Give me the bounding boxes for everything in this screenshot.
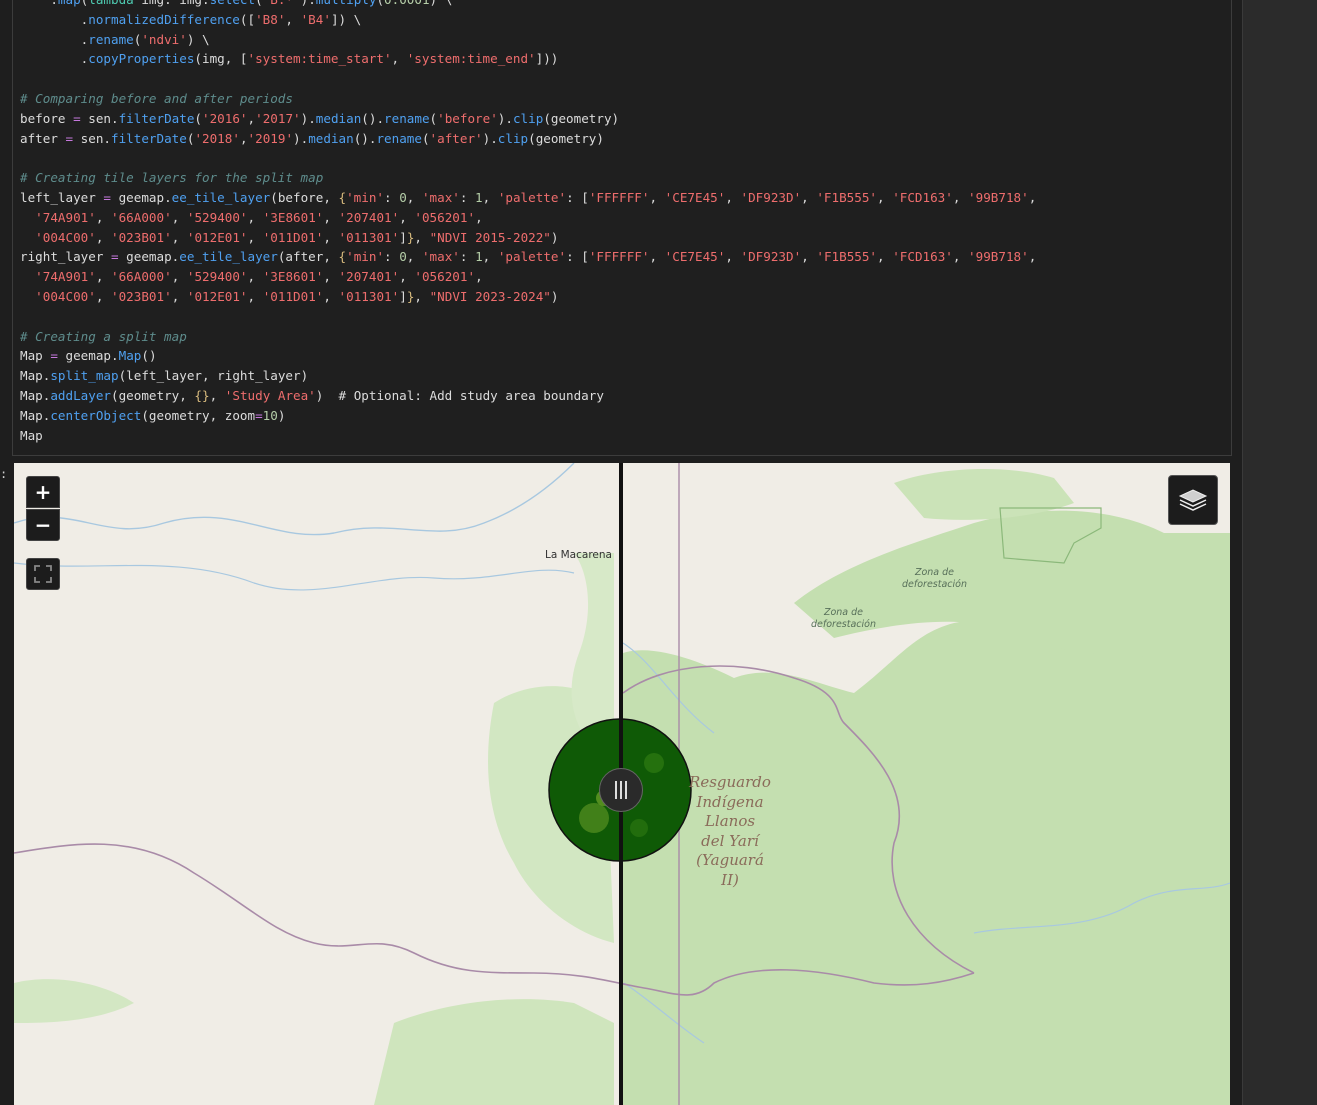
notebook-panel: .map(lambda img: img.select('B.*').multi… <box>0 0 1242 1105</box>
code-line: right_layer = geemap.ee_tile_layer(after… <box>20 249 1037 265</box>
code-cell[interactable]: .map(lambda img: img.select('B.*').multi… <box>12 0 1232 456</box>
fullscreen-icon <box>34 565 52 583</box>
code-editor[interactable]: .map(lambda img: img.select('B.*').multi… <box>20 0 1036 445</box>
code-line: # Comparing before and after periods <box>20 90 293 106</box>
zona2-text: Zona de deforestación <box>811 607 876 630</box>
zoom-out-button[interactable]: − <box>26 509 60 541</box>
place-label-la-macarena: La Macarena <box>545 549 612 561</box>
place-label-zona-deforestacion-2: Zona de deforestación <box>811 607 876 631</box>
split-map[interactable]: La Macarena Zona de deforestación Zona d… <box>14 463 1230 1105</box>
right-scroll-strip[interactable] <box>1242 0 1317 1105</box>
code-line: # Creating tile layers for the split map <box>20 170 324 186</box>
code-line: Map = geemap.Map() <box>20 348 157 364</box>
code-line: '004C00', '023B01', '012E01', '011D01', … <box>35 288 559 304</box>
resguardo-text: Resguardo Indígena Llanos del Yarí (Yagu… <box>689 773 771 889</box>
zoom-in-button[interactable]: + <box>26 476 60 508</box>
place-label-zona-deforestacion-1: Zona de deforestación <box>902 567 967 591</box>
code-line: .normalizedDifference(['B8', 'B4']) \ <box>20 11 362 27</box>
place-label-resguardo: Resguardo Indígena Llanos del Yarí (Yagu… <box>686 773 774 890</box>
code-line: Map.split_map(left_layer, right_layer) <box>20 368 309 384</box>
code-line: '004C00', '023B01', '012E01', '011D01', … <box>35 229 559 245</box>
layers-icon <box>1178 489 1208 511</box>
code-line: '74A901', '66A000', '529400', '3E8601', … <box>35 269 483 285</box>
layers-control-button[interactable] <box>1168 475 1218 525</box>
fullscreen-button[interactable] <box>26 558 60 590</box>
code-line: before = sen.filterDate('2016','2017').m… <box>20 110 620 126</box>
code-line: .rename('ndvi') \ <box>20 31 210 47</box>
code-line: # Creating a split map <box>20 328 187 344</box>
code-line: left_layer = geemap.ee_tile_layer(before… <box>20 189 1037 205</box>
output-prompt: : <box>0 467 8 481</box>
code-line: Map.addLayer(geometry, {}, 'Study Area')… <box>20 387 604 403</box>
code-line: .copyProperties(img, ['system:time_start… <box>20 51 559 67</box>
code-line: after = sen.filterDate('2018','2019').me… <box>20 130 604 146</box>
code-line: Map <box>20 427 43 443</box>
zona1-text: Zona de deforestación <box>902 567 967 590</box>
split-divider-handle[interactable] <box>599 768 643 812</box>
drag-handle-icon <box>615 781 627 799</box>
code-line: '74A901', '66A000', '529400', '3E8601', … <box>35 209 483 225</box>
code-line: .map(lambda img: img.select('B.*').multi… <box>20 0 1036 10</box>
code-line: Map.centerObject(geometry, zoom=10) <box>20 407 286 423</box>
